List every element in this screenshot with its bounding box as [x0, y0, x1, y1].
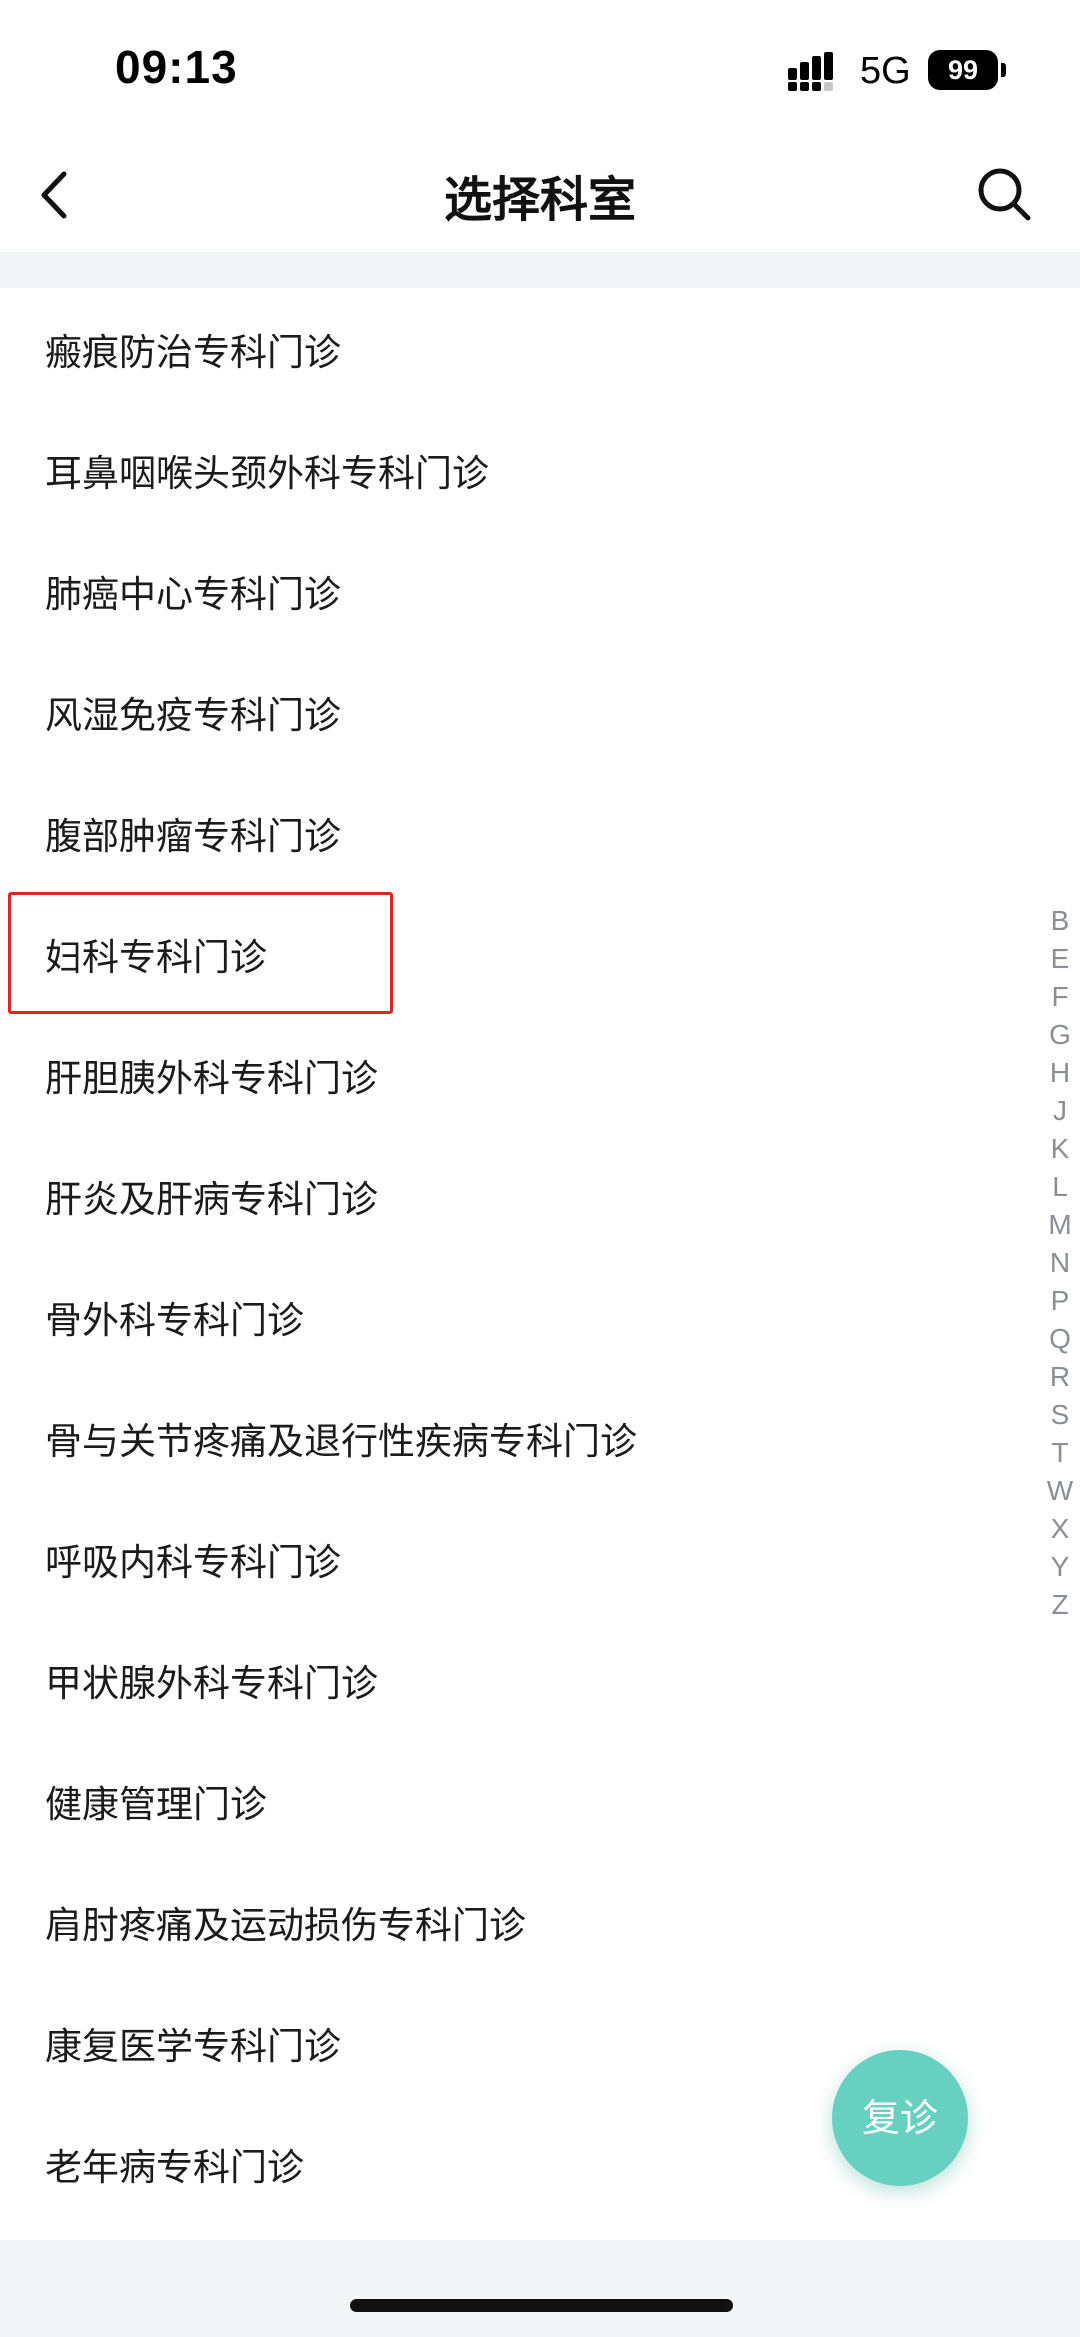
department-item[interactable]: 呼吸内科专科门诊 — [0, 1498, 1080, 1619]
department-name: 风湿免疫专科门诊 — [45, 694, 341, 737]
status-time: 09:13 — [115, 41, 238, 93]
bottom-safe-area — [0, 2240, 1080, 2337]
department-name: 肝胆胰外科专科门诊 — [45, 1057, 378, 1100]
index-letter[interactable]: N — [1040, 1244, 1080, 1282]
department-name: 呼吸内科专科门诊 — [45, 1541, 341, 1584]
department-item[interactable]: 风湿免疫专科门诊 — [0, 651, 1080, 772]
battery-tip — [1001, 63, 1006, 77]
department-item[interactable]: 骨外科专科门诊 — [0, 1256, 1080, 1377]
index-letter[interactable]: Z — [1040, 1586, 1080, 1624]
department-name: 甲状腺外科专科门诊 — [45, 1662, 378, 1705]
department-item[interactable]: 肺癌中心专科门诊 — [0, 530, 1080, 651]
department-name: 骨外科专科门诊 — [45, 1299, 304, 1342]
index-letter[interactable]: M — [1040, 1206, 1080, 1244]
index-letter[interactable]: Q — [1040, 1320, 1080, 1358]
index-letter[interactable]: L — [1040, 1168, 1080, 1206]
index-letter[interactable]: W — [1040, 1472, 1080, 1510]
department-item[interactable]: 耳鼻咽喉头颈外科专科门诊 — [0, 409, 1080, 530]
department-name: 健康管理门诊 — [45, 1783, 267, 1826]
department-name: 耳鼻咽喉头颈外科专科门诊 — [45, 452, 489, 495]
follow-up-visit-label: 复诊 — [861, 2096, 938, 2140]
department-name: 肺癌中心专科门诊 — [45, 573, 341, 616]
department-item[interactable]: 腹部肿瘤专科门诊 — [0, 772, 1080, 893]
index-letter[interactable]: H — [1040, 1054, 1080, 1092]
index-letter[interactable]: G — [1040, 1016, 1080, 1054]
department-item[interactable]: 骨与关节疼痛及退行性疾病专科门诊 — [0, 1377, 1080, 1498]
search-button[interactable] — [970, 160, 1040, 230]
department-name: 老年病专科门诊 — [45, 2146, 304, 2189]
department-name: 骨与关节疼痛及退行性疾病专科门诊 — [45, 1420, 637, 1463]
page-title: 选择科室 — [443, 172, 636, 228]
index-letter[interactable]: F — [1040, 978, 1080, 1016]
nav-bar: 选择科室 — [0, 140, 1080, 252]
department-item[interactable]: 瘢痕防治专科门诊 — [0, 288, 1080, 409]
network-type: 5G — [860, 50, 911, 92]
index-letter[interactable]: B — [1040, 902, 1080, 940]
battery-level: 99 — [928, 50, 998, 90]
department-list: 瘢痕防治专科门诊 耳鼻咽喉头颈外科专科门诊 肺癌中心专科门诊 风湿免疫专科门诊 … — [0, 288, 1080, 2224]
index-letter[interactable]: R — [1040, 1358, 1080, 1396]
department-name: 瘢痕防治专科门诊 — [45, 331, 341, 374]
search-icon — [978, 168, 1031, 221]
signal-strength-icon — [788, 52, 833, 91]
index-letter[interactable]: J — [1040, 1092, 1080, 1130]
department-item[interactable]: 甲状腺外科专科门诊 — [0, 1619, 1080, 1740]
index-letter[interactable]: T — [1040, 1434, 1080, 1472]
index-letter[interactable]: Y — [1040, 1548, 1080, 1586]
index-letter[interactable]: P — [1040, 1282, 1080, 1320]
department-item[interactable]: 肩肘疼痛及运动损伤专科门诊 — [0, 1861, 1080, 1982]
department-item-highlighted[interactable]: 妇科专科门诊 — [0, 893, 1080, 1014]
index-letter[interactable]: S — [1040, 1396, 1080, 1434]
alphabet-index: B E F G H J K L M N P Q R S T W X Y Z — [1040, 902, 1080, 1624]
department-name: 腹部肿瘤专科门诊 — [45, 815, 341, 858]
battery-icon: 99 — [928, 50, 1010, 90]
department-item[interactable]: 肝炎及肝病专科门诊 — [0, 1135, 1080, 1256]
status-bar: 09:13 5G 99 — [0, 0, 1080, 140]
department-name: 康复医学专科门诊 — [45, 2025, 341, 2068]
department-item[interactable]: 肝胆胰外科专科门诊 — [0, 1014, 1080, 1135]
index-letter[interactable]: E — [1040, 940, 1080, 978]
index-letter[interactable]: X — [1040, 1510, 1080, 1548]
department-select-screen: 09:13 5G 99 选择科室 瘢痕防治专科门诊 耳鼻咽喉头颈外科专科门诊 肺… — [0, 0, 1080, 2337]
department-name: 妇科专科门诊 — [45, 936, 267, 979]
department-name: 肩肘疼痛及运动损伤专科门诊 — [45, 1904, 526, 1947]
header-separator — [0, 252, 1080, 288]
index-letter[interactable]: K — [1040, 1130, 1080, 1168]
department-item[interactable]: 健康管理门诊 — [0, 1740, 1080, 1861]
department-name: 肝炎及肝病专科门诊 — [45, 1178, 378, 1221]
follow-up-visit-button[interactable]: 复诊 — [832, 2050, 968, 2186]
home-indicator[interactable] — [350, 2299, 733, 2312]
